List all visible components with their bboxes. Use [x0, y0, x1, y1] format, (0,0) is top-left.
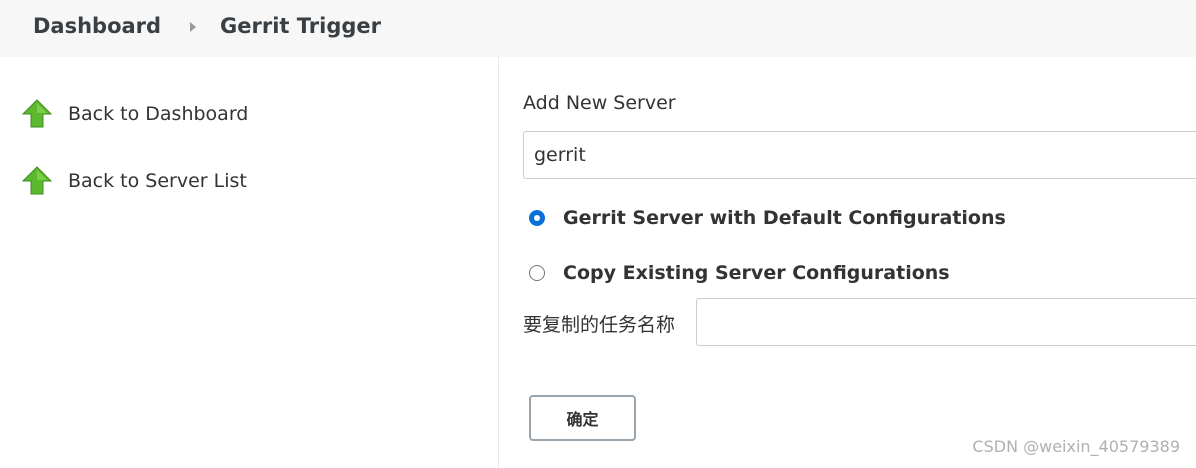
copy-from-label: 要复制的任务名称 — [523, 314, 676, 336]
breadcrumb-gerrit-trigger-link[interactable]: Gerrit Trigger — [220, 14, 381, 38]
watermark: CSDN @weixin_40579389 — [972, 437, 1180, 456]
side-panel: Back to Dashboard Back to Server List — [0, 57, 499, 468]
breadcrumb-dashboard-link[interactable]: Dashboard — [33, 14, 161, 38]
copy-config-option[interactable]: Copy Existing Server Configurations — [529, 262, 950, 284]
back-to-dashboard-link[interactable]: Back to Dashboard — [22, 99, 248, 129]
copy-from-input[interactable] — [696, 298, 1196, 346]
back-to-dashboard-label[interactable]: Back to Dashboard — [68, 103, 248, 125]
copy-config-radio[interactable] — [529, 265, 545, 281]
default-config-option[interactable]: Gerrit Server with Default Configuration… — [529, 207, 1006, 229]
copy-config-label[interactable]: Copy Existing Server Configurations — [563, 262, 950, 284]
default-config-label[interactable]: Gerrit Server with Default Configuration… — [563, 207, 1006, 229]
default-config-radio[interactable] — [529, 210, 545, 226]
form-title: Add New Server — [523, 92, 676, 114]
green-up-arrow-icon — [22, 99, 52, 128]
back-to-server-list-link[interactable]: Back to Server List — [22, 166, 247, 196]
server-name-input[interactable] — [523, 131, 1196, 179]
green-up-arrow-icon — [22, 166, 52, 195]
ok-button[interactable]: 确定 — [529, 395, 636, 441]
chevron-right-icon[interactable] — [190, 22, 196, 32]
breadcrumb: Dashboard Gerrit Trigger — [0, 0, 1196, 57]
back-to-server-list-label[interactable]: Back to Server List — [68, 170, 247, 192]
add-server-form: Add New Server Gerrit Server with Defaul… — [499, 57, 1196, 468]
